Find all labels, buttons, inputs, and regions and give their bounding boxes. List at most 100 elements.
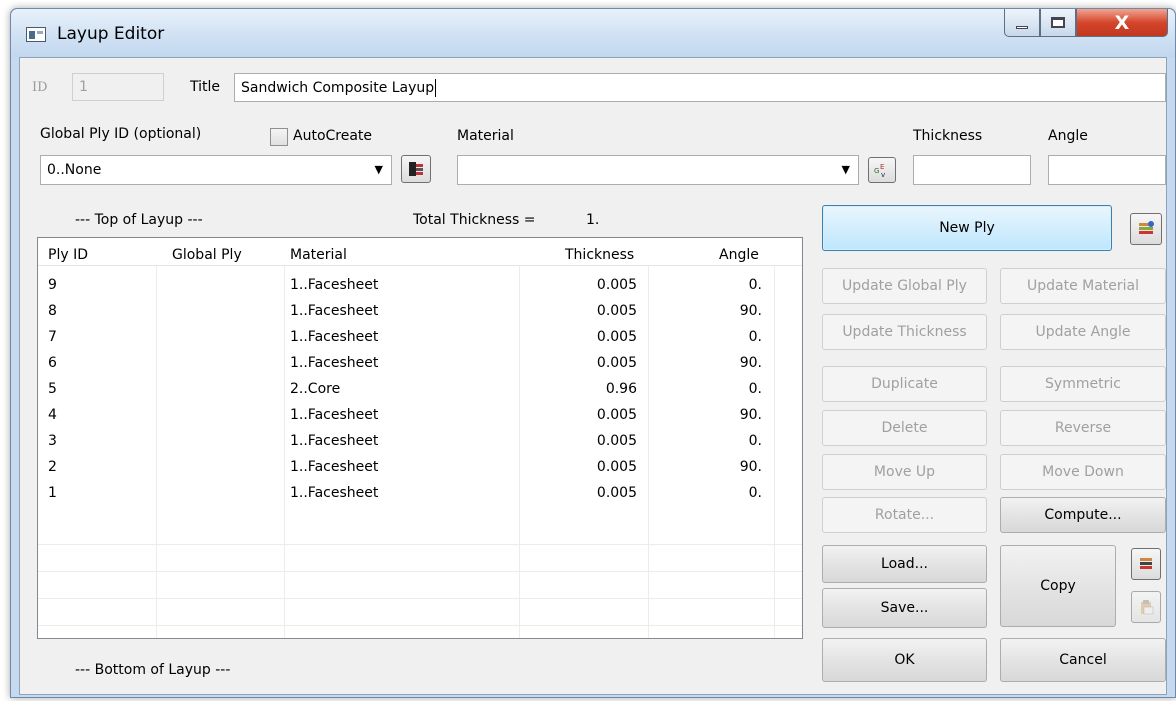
table-row[interactable]: 8 1..Facesheet 0.005 90. [38, 300, 802, 324]
compute-button[interactable]: Compute... [1000, 497, 1166, 533]
new-ply-options-button[interactable] [1130, 213, 1162, 245]
update-angle-button[interactable]: Update Angle [1000, 314, 1166, 350]
autocreate-label: AutoCreate [293, 128, 373, 144]
copy-layup-icon-button[interactable] [1131, 548, 1161, 580]
header-ply-id[interactable]: Ply ID [48, 247, 88, 263]
cell-angle: 0. [748, 277, 762, 293]
title-input[interactable]: Sandwich Composite Layup [234, 73, 1166, 102]
material-label: Material [457, 128, 514, 144]
table-row[interactable]: 9 1..Facesheet 0.005 0. [38, 274, 802, 298]
cell-ply-id: 9 [48, 277, 57, 293]
table-row[interactable]: 3 1..Facesheet 0.005 0. [38, 430, 802, 454]
header-angle[interactable]: Angle [719, 247, 759, 263]
title-value: Sandwich Composite Layup [241, 79, 435, 96]
table-row[interactable]: 6 1..Facesheet 0.005 90. [38, 352, 802, 376]
cell-angle: 90. [739, 459, 762, 475]
cell-ply-id: 5 [48, 381, 57, 397]
top-of-layup-label: --- Top of Layup --- [75, 212, 203, 228]
svg-text:v: v [881, 171, 885, 179]
cell-material: 2..Core [290, 381, 341, 397]
row-divider [38, 544, 802, 545]
id-label: ID [32, 80, 48, 95]
cell-thickness: 0.005 [596, 433, 637, 449]
update-thickness-button[interactable]: Update Thickness [822, 314, 987, 350]
cell-thickness: 0.96 [605, 381, 637, 397]
move-down-button[interactable]: Move Down [1000, 454, 1166, 490]
reverse-button[interactable]: Reverse [1000, 410, 1166, 446]
material-select-button[interactable]: G E v [868, 157, 896, 183]
cell-angle: 0. [748, 433, 762, 449]
global-ply-select-button[interactable] [401, 155, 431, 183]
update-global-ply-button[interactable]: Update Global Ply [822, 268, 987, 304]
global-ply-label: Global Ply ID (optional) [40, 126, 202, 142]
cell-thickness: 0.005 [596, 485, 637, 501]
maximize-icon [1051, 17, 1065, 28]
material-select-icon: G E v [874, 163, 885, 179]
global-ply-dropdown[interactable]: 0..None ▼ [40, 155, 392, 185]
ok-button[interactable]: OK [822, 638, 987, 682]
cell-thickness: 0.005 [596, 459, 637, 475]
header-thickness[interactable]: Thickness [565, 247, 634, 263]
cell-angle: 0. [748, 329, 762, 345]
angle-input[interactable] [1048, 155, 1166, 185]
cell-material: 1..Facesheet [290, 407, 379, 423]
text-caret [435, 78, 437, 97]
close-icon: X [1114, 11, 1130, 34]
dropdown-arrow-icon: ▼ [374, 163, 383, 176]
material-dropdown[interactable]: ▼ [457, 155, 859, 185]
symmetric-button[interactable]: Symmetric [1000, 366, 1166, 402]
cell-thickness: 0.005 [596, 277, 637, 293]
delete-button[interactable]: Delete [822, 410, 987, 446]
save-button[interactable]: Save... [822, 588, 987, 628]
cell-angle: 90. [739, 407, 762, 423]
rotate-button[interactable]: Rotate... [822, 497, 987, 533]
cell-material: 1..Facesheet [290, 433, 379, 449]
copy-layup-icon [1140, 558, 1152, 569]
header-global-ply[interactable]: Global Ply [172, 247, 242, 263]
cell-material: 1..Facesheet [290, 485, 379, 501]
table-header: Ply ID Global Ply Material Thickness Ang… [38, 238, 802, 266]
global-ply-value: 0..None [47, 162, 102, 178]
cell-ply-id: 8 [48, 303, 57, 319]
total-thickness-value: 1. [586, 212, 600, 228]
global-ply-select-icon [409, 162, 423, 176]
title-label: Title [190, 79, 221, 95]
load-button[interactable]: Load... [822, 545, 987, 583]
table-row[interactable]: 5 2..Core 0.96 0. [38, 378, 802, 402]
table-row[interactable]: 4 1..Facesheet 0.005 90. [38, 404, 802, 428]
svg-text:G: G [874, 167, 879, 175]
autocreate-checkbox[interactable] [270, 128, 288, 146]
new-ply-button[interactable]: New Ply [822, 205, 1112, 251]
cell-thickness: 0.005 [596, 329, 637, 345]
copy-button[interactable]: Copy [1000, 545, 1116, 627]
update-material-button[interactable]: Update Material [1000, 268, 1166, 304]
minimize-button[interactable] [1004, 9, 1040, 37]
cell-ply-id: 3 [48, 433, 57, 449]
cell-thickness: 0.005 [596, 303, 637, 319]
cell-angle: 90. [739, 355, 762, 371]
close-button[interactable]: X [1076, 9, 1168, 37]
cell-ply-id: 7 [48, 329, 57, 345]
ply-table[interactable]: Ply ID Global Ply Material Thickness Ang… [37, 237, 803, 639]
cell-ply-id: 2 [48, 459, 57, 475]
row-divider [38, 571, 802, 572]
thickness-input[interactable] [913, 155, 1031, 185]
table-row[interactable]: 7 1..Facesheet 0.005 0. [38, 326, 802, 350]
paste-layup-icon-button[interactable] [1131, 591, 1161, 623]
cell-ply-id: 6 [48, 355, 57, 371]
duplicate-button[interactable]: Duplicate [822, 366, 987, 402]
new-ply-options-icon [1139, 221, 1154, 234]
table-row[interactable]: 1 1..Facesheet 0.005 0. [38, 482, 802, 506]
svg-text:E: E [880, 163, 884, 171]
cancel-button[interactable]: Cancel [1000, 638, 1166, 682]
cell-thickness: 0.005 [596, 407, 637, 423]
id-field: 1 [72, 73, 164, 101]
bottom-of-layup-label: --- Bottom of Layup --- [75, 662, 231, 678]
id-value: 1 [79, 79, 88, 95]
table-row[interactable]: 2 1..Facesheet 0.005 90. [38, 456, 802, 480]
minimize-icon [1016, 26, 1028, 29]
cell-material: 1..Facesheet [290, 355, 379, 371]
move-up-button[interactable]: Move Up [822, 454, 987, 490]
header-material[interactable]: Material [290, 247, 347, 263]
maximize-button[interactable] [1040, 9, 1076, 37]
